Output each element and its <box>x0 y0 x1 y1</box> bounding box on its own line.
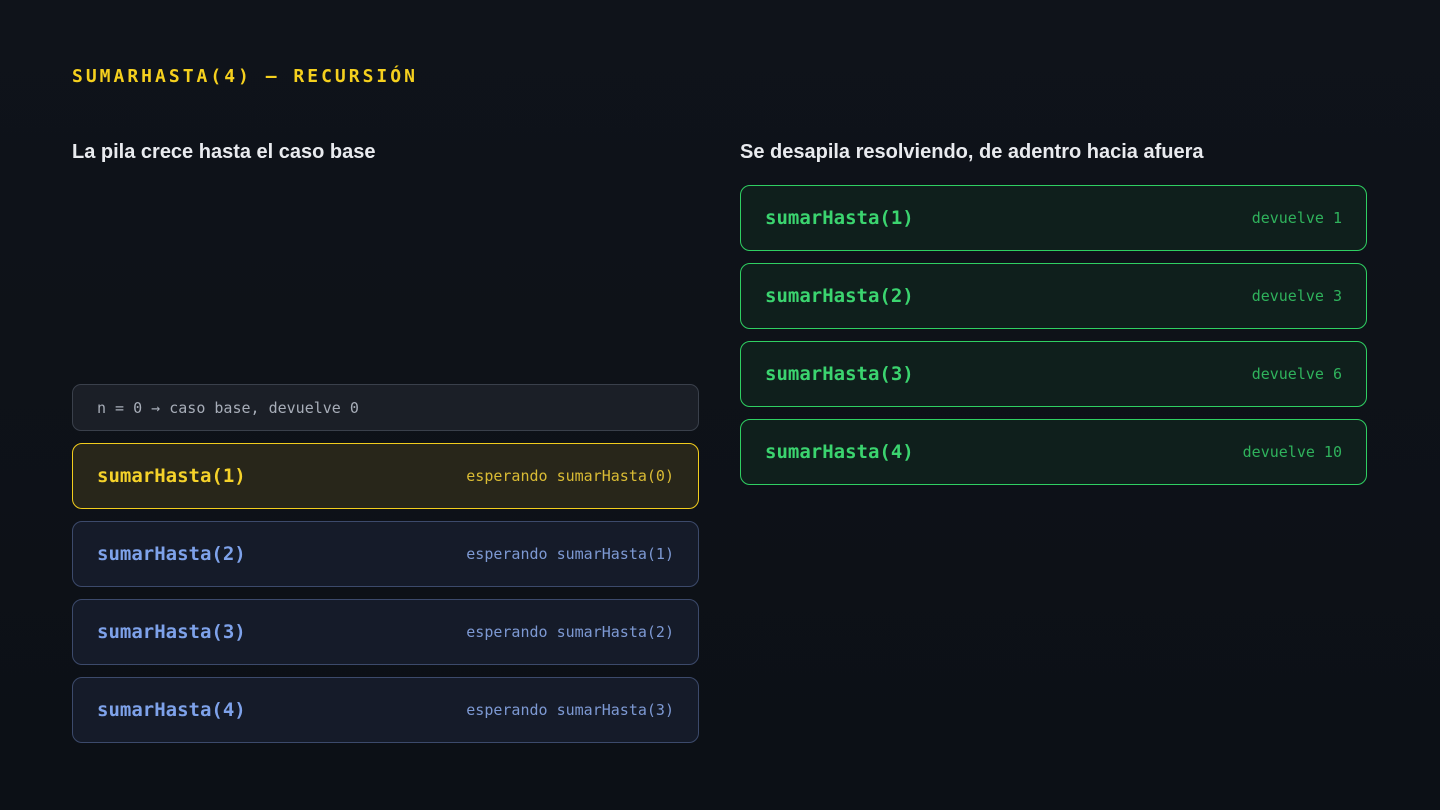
frame-status: esperando sumarHasta(0) <box>466 467 674 485</box>
frame-call: sumarHasta(3) <box>765 363 914 385</box>
page-title: SUMARHASTA(4) — RECURSIÓN <box>72 66 418 87</box>
resolved-stack: sumarHasta(1) devuelve 1 sumarHasta(2) d… <box>740 185 1367 497</box>
stack-frame-waiting: sumarHasta(4) esperando sumarHasta(3) <box>72 677 699 743</box>
frame-result: devuelve 3 <box>1251 287 1342 305</box>
left-column-heading: La pila crece hasta el caso base <box>72 141 376 163</box>
unwinding-stack-panel: Se desapila resolviendo, de adentro haci… <box>740 139 1367 485</box>
stack-frame-active: sumarHasta(1) esperando sumarHasta(0) <box>72 443 699 509</box>
frame-result: devuelve 10 <box>1242 443 1342 461</box>
frame-status: esperando sumarHasta(3) <box>466 701 674 719</box>
frame-result: devuelve 1 <box>1251 209 1342 227</box>
frame-call: sumarHasta(2) <box>97 543 246 565</box>
stack-frame-resolved: sumarHasta(3) devuelve 6 <box>740 341 1367 407</box>
stack-frame-resolved: sumarHasta(1) devuelve 1 <box>740 185 1367 251</box>
frame-call: sumarHasta(4) <box>97 699 246 721</box>
frame-call: sumarHasta(1) <box>97 465 246 487</box>
right-column-heading: Se desapila resolviendo, de adentro haci… <box>740 141 1204 163</box>
base-case-frame: n = 0 → caso base, devuelve 0 <box>72 384 699 431</box>
call-stack-growing-panel: La pila crece hasta el caso base n = 0 →… <box>72 139 699 743</box>
frame-status: esperando sumarHasta(1) <box>466 545 674 563</box>
frame-call: sumarHasta(4) <box>765 441 914 463</box>
stack-frame-resolved: sumarHasta(4) devuelve 10 <box>740 419 1367 485</box>
base-case-text: n = 0 → caso base, devuelve 0 <box>97 398 359 417</box>
frame-result: devuelve 6 <box>1251 365 1342 383</box>
frame-call: sumarHasta(3) <box>97 621 246 643</box>
stack-frame-resolved: sumarHasta(2) devuelve 3 <box>740 263 1367 329</box>
frame-call: sumarHasta(1) <box>765 207 914 229</box>
stack-frame-waiting: sumarHasta(3) esperando sumarHasta(2) <box>72 599 699 665</box>
growing-stack: n = 0 → caso base, devuelve 0 sumarHasta… <box>72 384 699 755</box>
stack-frame-waiting: sumarHasta(2) esperando sumarHasta(1) <box>72 521 699 587</box>
frame-call: sumarHasta(2) <box>765 285 914 307</box>
frame-status: esperando sumarHasta(2) <box>466 623 674 641</box>
